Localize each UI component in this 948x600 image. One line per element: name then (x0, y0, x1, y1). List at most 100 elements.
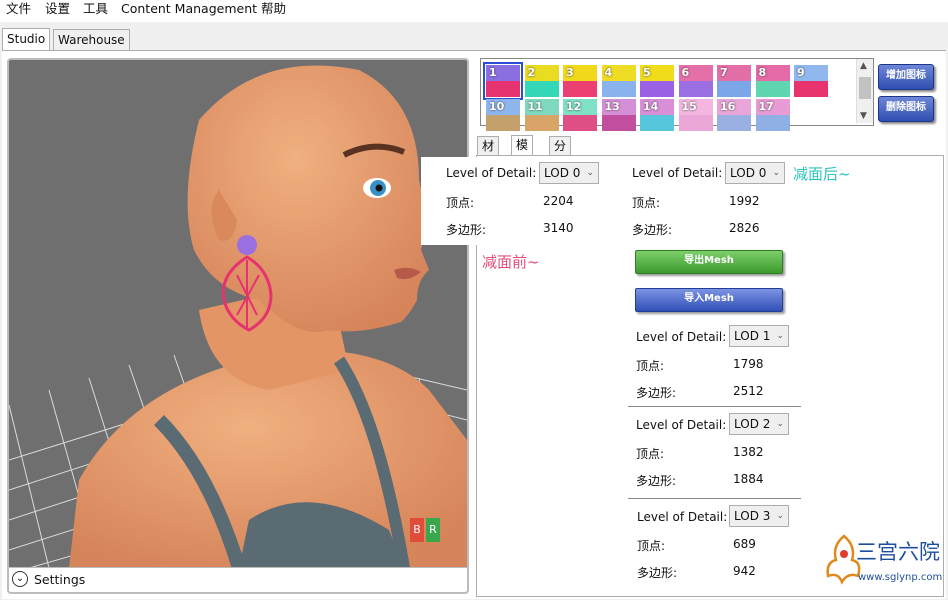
lod1-label: Level of Detail: (636, 330, 727, 344)
3d-viewport[interactable]: B R ⌄ Settings (7, 58, 469, 594)
swatch-number: 6 (681, 66, 690, 79)
swatch-item[interactable]: 16 (717, 99, 751, 131)
add-icon-button[interactable]: 增加图标 (878, 64, 934, 90)
settings-label: Settings (34, 572, 86, 587)
swatch-number: 11 (527, 100, 543, 113)
swatch-item[interactable]: 15 (678, 99, 713, 131)
after-annotation: 减面后~ (793, 165, 851, 183)
tab-studio[interactable]: Studio (2, 28, 51, 51)
swatch-item[interactable]: 9 (794, 65, 828, 97)
swatch-item[interactable]: 17 (755, 99, 790, 131)
lod1-select[interactable]: LOD 1 ⌄ (729, 325, 789, 347)
swatch-number: 13 (604, 100, 620, 113)
earring-stud (237, 235, 257, 255)
swatch-item[interactable]: 13 (601, 99, 636, 131)
lod2-polygons-label: 多边形: (636, 474, 677, 488)
chevron-down-icon: ⌄ (776, 419, 784, 429)
swatch-number: 17 (758, 100, 774, 113)
swatch-number: 1 (489, 66, 497, 79)
lod2-select[interactable]: LOD 2 ⌄ (729, 413, 789, 435)
swatch-item[interactable]: 11 (524, 99, 559, 131)
before-annotation: 减面前~ (482, 253, 540, 271)
menu-help[interactable]: 帮助 (261, 0, 286, 17)
swatch-item[interactable]: 10 (486, 99, 520, 131)
swatch-number: 16 (720, 100, 736, 113)
before-polygons-label: 多边形: (446, 223, 487, 237)
badge-r: R (426, 518, 440, 542)
lod3-polygons-value: 942 (733, 564, 756, 578)
before-lod-select[interactable]: LOD 0 ⌄ (539, 162, 599, 184)
swatch-number: 4 (604, 66, 613, 79)
menu-bar: 文件 设置 工具 Content Management 帮助 (0, 0, 948, 22)
before-vertices-value: 2204 (543, 194, 574, 208)
scroll-down-icon[interactable]: ▼ (860, 111, 867, 121)
swatch-number: 12 (566, 100, 582, 113)
menu-file[interactable]: 文件 (6, 0, 31, 17)
after-vertices-label: 顶点: (632, 196, 661, 210)
tab-warehouse[interactable]: Warehouse (53, 29, 130, 50)
chevron-down-icon: ⌄ (586, 168, 594, 178)
lod2-vertices-label: 顶点: (636, 447, 665, 461)
after-polygons-value: 2826 (729, 221, 760, 235)
chevron-down-icon[interactable]: ⌄ (12, 571, 28, 587)
swatch-number: 5 (643, 66, 651, 79)
swatch-number: 10 (489, 100, 505, 113)
swatch-item[interactable]: 1 (483, 62, 523, 100)
tab-material[interactable]: 材质 (477, 136, 500, 172)
lod3-vertices-label: 顶点: (637, 539, 666, 553)
before-vertices-label: 顶点: (446, 196, 475, 210)
chevron-down-icon: ⌄ (776, 331, 784, 341)
tab-model[interactable]: 模型 (511, 135, 534, 171)
swatch-number: 15 (681, 100, 697, 113)
swatch-scrollbar[interactable]: ▲ ▼ (856, 59, 873, 123)
lod1-vertices-label: 顶点: (636, 359, 665, 373)
lod1-polygons-label: 多边形: (636, 386, 677, 400)
swatch-item[interactable]: 8 (755, 65, 790, 97)
swatch-item[interactable]: 14 (640, 99, 674, 131)
settings-bar[interactable]: ⌄ Settings (9, 567, 467, 592)
swatch-item[interactable]: 5 (640, 65, 674, 97)
export-mesh-button[interactable]: 导出Mesh (635, 250, 783, 274)
swatch-item[interactable]: 3 (563, 65, 597, 97)
chevron-down-icon: ⌄ (772, 168, 780, 178)
menu-tools[interactable]: 工具 (83, 0, 108, 17)
swatch-item[interactable]: 7 (717, 65, 751, 97)
lod1-polygons-value: 2512 (733, 384, 764, 398)
before-lod-label: Level of Detail: (446, 166, 537, 180)
divider (628, 406, 801, 407)
before-polygons-value: 3140 (543, 221, 574, 235)
swatch-item[interactable]: 2 (524, 65, 559, 97)
scroll-thumb[interactable] (859, 77, 871, 99)
lod2-polygons-value: 1884 (733, 472, 764, 486)
divider (628, 498, 801, 499)
delete-icon-button[interactable]: 删除图标 (878, 96, 934, 122)
swatch-item[interactable]: 4 (601, 65, 636, 97)
lod2-vertices-value: 1382 (733, 445, 764, 459)
menu-settings[interactable]: 设置 (45, 0, 70, 17)
lod3-select[interactable]: LOD 3 ⌄ (729, 505, 789, 527)
watermark-logo: 三宫六院 www.sglynp.com (822, 528, 946, 598)
menu-content-management[interactable]: Content Management (121, 0, 257, 17)
lod2-label: Level of Detail: (636, 418, 727, 432)
after-polygons-label: 多边形: (632, 223, 673, 237)
swatch-list: 1 2 3 4 5 6 7 8 9 10 11 12 13 14 15 16 17 ▲ ▼ (480, 58, 874, 131)
after-lod-select[interactable]: LOD 0 ⌄ (725, 162, 785, 184)
swatch-number: 8 (758, 66, 767, 79)
swatch-number: 9 (797, 66, 805, 79)
tab-category[interactable]: 分类 (549, 136, 572, 172)
lod3-polygons-label: 多边形: (637, 566, 678, 580)
model-preview (9, 65, 467, 571)
scroll-up-icon[interactable]: ▲ (860, 61, 867, 71)
watermark-title: 三宫六院 (856, 540, 940, 564)
lod3-label: Level of Detail: (637, 510, 728, 524)
swatch-number: 14 (643, 100, 659, 113)
chevron-down-icon: ⌄ (776, 511, 784, 521)
after-lod-label: Level of Detail: (632, 166, 723, 180)
swatch-item[interactable]: 6 (678, 65, 713, 97)
swatch-item[interactable]: 12 (563, 99, 597, 131)
swatch-number: 3 (566, 66, 574, 79)
import-mesh-button[interactable]: 导入Mesh (635, 288, 783, 312)
badge-b: B (410, 518, 424, 542)
swatch-number: 2 (527, 66, 536, 79)
lod3-vertices-value: 689 (733, 537, 756, 551)
